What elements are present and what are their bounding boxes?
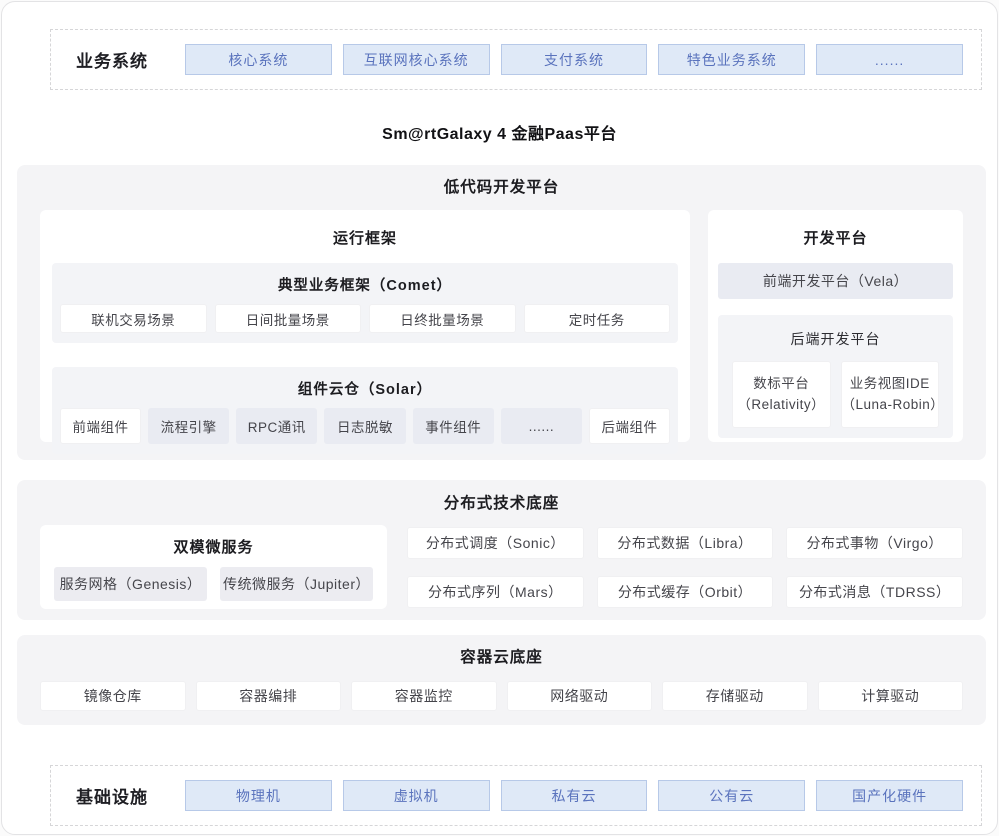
- business-system-chip-core: 核心系统: [185, 44, 332, 75]
- distributed-scheduler-sonic: 分布式调度（Sonic）: [407, 527, 584, 559]
- screenshot-stage: 业务系统 核心系统 互联网核心系统 支付系统 特色业务系统 ...... Sm@…: [0, 0, 999, 836]
- comet-scenario-intraday-batch: 日间批量场景: [215, 304, 362, 333]
- comet-framework-title: 典型业务框架（Comet）: [60, 274, 670, 295]
- solar-backend-component: 后端组件: [589, 408, 670, 444]
- infrastructure-chip-public-cloud: 公有云: [658, 780, 805, 811]
- distributed-transaction-virgo: 分布式事物（Virgo）: [786, 527, 963, 559]
- distributed-base-title: 分布式技术底座: [40, 494, 963, 514]
- backend-dev-platform-row: 数标平台 （Relativity） 业务视图IDE （Luna-Robin）: [732, 361, 939, 428]
- platform-title: Sm@rtGalaxy 4 金融Paas平台: [2, 120, 997, 142]
- architecture-diagram-page: 业务系统 核心系统 互联网核心系统 支付系统 特色业务系统 ...... Sm@…: [1, 1, 998, 835]
- dual-mode-microservice-panel: 双模微服务 服务网格（Genesis） 传统微服务（Jupiter）: [40, 525, 387, 609]
- runtime-framework-title: 运行框架: [52, 227, 678, 248]
- luna-robin-ide-name: 业务视图IDE: [850, 374, 930, 395]
- infrastructure-chip-private-cloud: 私有云: [501, 780, 648, 811]
- dev-platform-panel: 开发平台 前端开发平台（Vela） 后端开发平台 数标平台 （Relativit…: [708, 210, 963, 442]
- vela-frontend-platform-chip: 前端开发平台（Vela）: [718, 263, 953, 299]
- compute-driver-box: 计算驱动: [818, 681, 964, 711]
- distributed-capability-grid: 分布式调度（Sonic） 分布式数据（Libra） 分布式事物（Virgo） 分…: [407, 525, 963, 609]
- dual-mode-microservice-row: 服务网格（Genesis） 传统微服务（Jupiter）: [54, 567, 373, 601]
- luna-robin-ide-codename: （Luna-Robin）: [842, 395, 939, 416]
- lowcode-body: 运行框架 典型业务框架（Comet） 联机交易场景 日间批量场景 日终批量场景 …: [40, 210, 963, 442]
- solar-chip-more: ......: [501, 408, 582, 444]
- solar-chip-event-component: 事件组件: [413, 408, 494, 444]
- distributed-message-tdrss: 分布式消息（TDRSS）: [786, 576, 963, 608]
- jupiter-microservice-chip: 传统微服务（Jupiter）: [220, 567, 373, 601]
- solar-frontend-component: 前端组件: [60, 408, 141, 444]
- solar-component-title: 组件云仓（Solar）: [60, 378, 670, 399]
- solar-component-panel: 组件云仓（Solar） 前端组件 流程引擎 RPC通讯 日志脱敏 事件组件 ..…: [52, 367, 678, 454]
- comet-framework-panel: 典型业务框架（Comet） 联机交易场景 日间批量场景 日终批量场景 定时任务: [52, 263, 678, 343]
- network-driver-box: 网络驱动: [507, 681, 653, 711]
- container-cloud-section: 容器云底座 镜像仓库 容器编排 容器监控 网络驱动 存储驱动 计算驱动: [17, 635, 986, 725]
- distributed-sequence-mars: 分布式序列（Mars）: [407, 576, 584, 608]
- distributed-cache-orbit: 分布式缓存（Orbit）: [597, 576, 774, 608]
- luna-robin-ide-box: 业务视图IDE （Luna-Robin）: [841, 361, 940, 428]
- solar-chip-rpc: RPC通讯: [236, 408, 317, 444]
- solar-component-row: 前端组件 流程引擎 RPC通讯 日志脱敏 事件组件 ...... 后端组件: [60, 408, 670, 444]
- relativity-platform-codename: （Relativity）: [737, 395, 825, 416]
- infrastructure-chip-virtual-machine: 虚拟机: [343, 780, 490, 811]
- lowcode-section-title: 低代码开发平台: [40, 178, 963, 198]
- dual-mode-microservice-title: 双模微服务: [54, 536, 373, 557]
- distributed-data-libra: 分布式数据（Libra）: [597, 527, 774, 559]
- infrastructure-chip-domestic-hardware: 国产化硬件: [816, 780, 963, 811]
- container-monitoring-box: 容器监控: [351, 681, 497, 711]
- business-systems-label: 业务系统: [76, 47, 174, 72]
- infrastructure-row: 基础设施 物理机 虚拟机 私有云 公有云 国产化硬件: [50, 765, 982, 826]
- comet-scenario-online-trade: 联机交易场景: [60, 304, 207, 333]
- solar-chip-process-engine: 流程引擎: [148, 408, 229, 444]
- comet-scenario-scheduled-task: 定时任务: [524, 304, 671, 333]
- solar-chip-log-masking: 日志脱敏: [324, 408, 405, 444]
- business-system-chip-payment: 支付系统: [501, 44, 648, 75]
- container-cloud-row: 镜像仓库 容器编排 容器监控 网络驱动 存储驱动 计算驱动: [40, 681, 963, 711]
- dev-platform-title: 开发平台: [718, 227, 953, 248]
- storage-driver-box: 存储驱动: [662, 681, 808, 711]
- genesis-service-mesh-chip: 服务网格（Genesis）: [54, 567, 207, 601]
- relativity-platform-box: 数标平台 （Relativity）: [732, 361, 831, 428]
- infrastructure-chip-physical-machine: 物理机: [185, 780, 332, 811]
- comet-scenario-eod-batch: 日终批量场景: [369, 304, 516, 333]
- relativity-platform-name: 数标平台: [753, 374, 809, 395]
- image-registry-box: 镜像仓库: [40, 681, 186, 711]
- runtime-framework-panel: 运行框架 典型业务框架（Comet） 联机交易场景 日间批量场景 日终批量场景 …: [40, 210, 690, 442]
- backend-dev-platform-panel: 后端开发平台 数标平台 （Relativity） 业务视图IDE （Luna-R…: [718, 315, 953, 438]
- distributed-base-section: 分布式技术底座 双模微服务 服务网格（Genesis） 传统微服务（Jupite…: [17, 480, 986, 620]
- comet-scenario-row: 联机交易场景 日间批量场景 日终批量场景 定时任务: [60, 304, 670, 333]
- infrastructure-label: 基础设施: [76, 783, 174, 808]
- distributed-body: 双模微服务 服务网格（Genesis） 传统微服务（Jupiter） 分布式调度…: [40, 525, 963, 609]
- lowcode-section: 低代码开发平台 运行框架 典型业务框架（Comet） 联机交易场景 日间批量场景…: [17, 165, 986, 460]
- backend-dev-platform-title: 后端开发平台: [732, 329, 939, 349]
- container-orchestration-box: 容器编排: [196, 681, 342, 711]
- business-systems-row: 业务系统 核心系统 互联网核心系统 支付系统 特色业务系统 ......: [50, 29, 982, 90]
- business-system-chip-internet-core: 互联网核心系统: [343, 44, 490, 75]
- business-system-chip-featured: 特色业务系统: [658, 44, 805, 75]
- business-system-chip-more: ......: [816, 44, 963, 75]
- container-cloud-title: 容器云底座: [40, 648, 963, 668]
